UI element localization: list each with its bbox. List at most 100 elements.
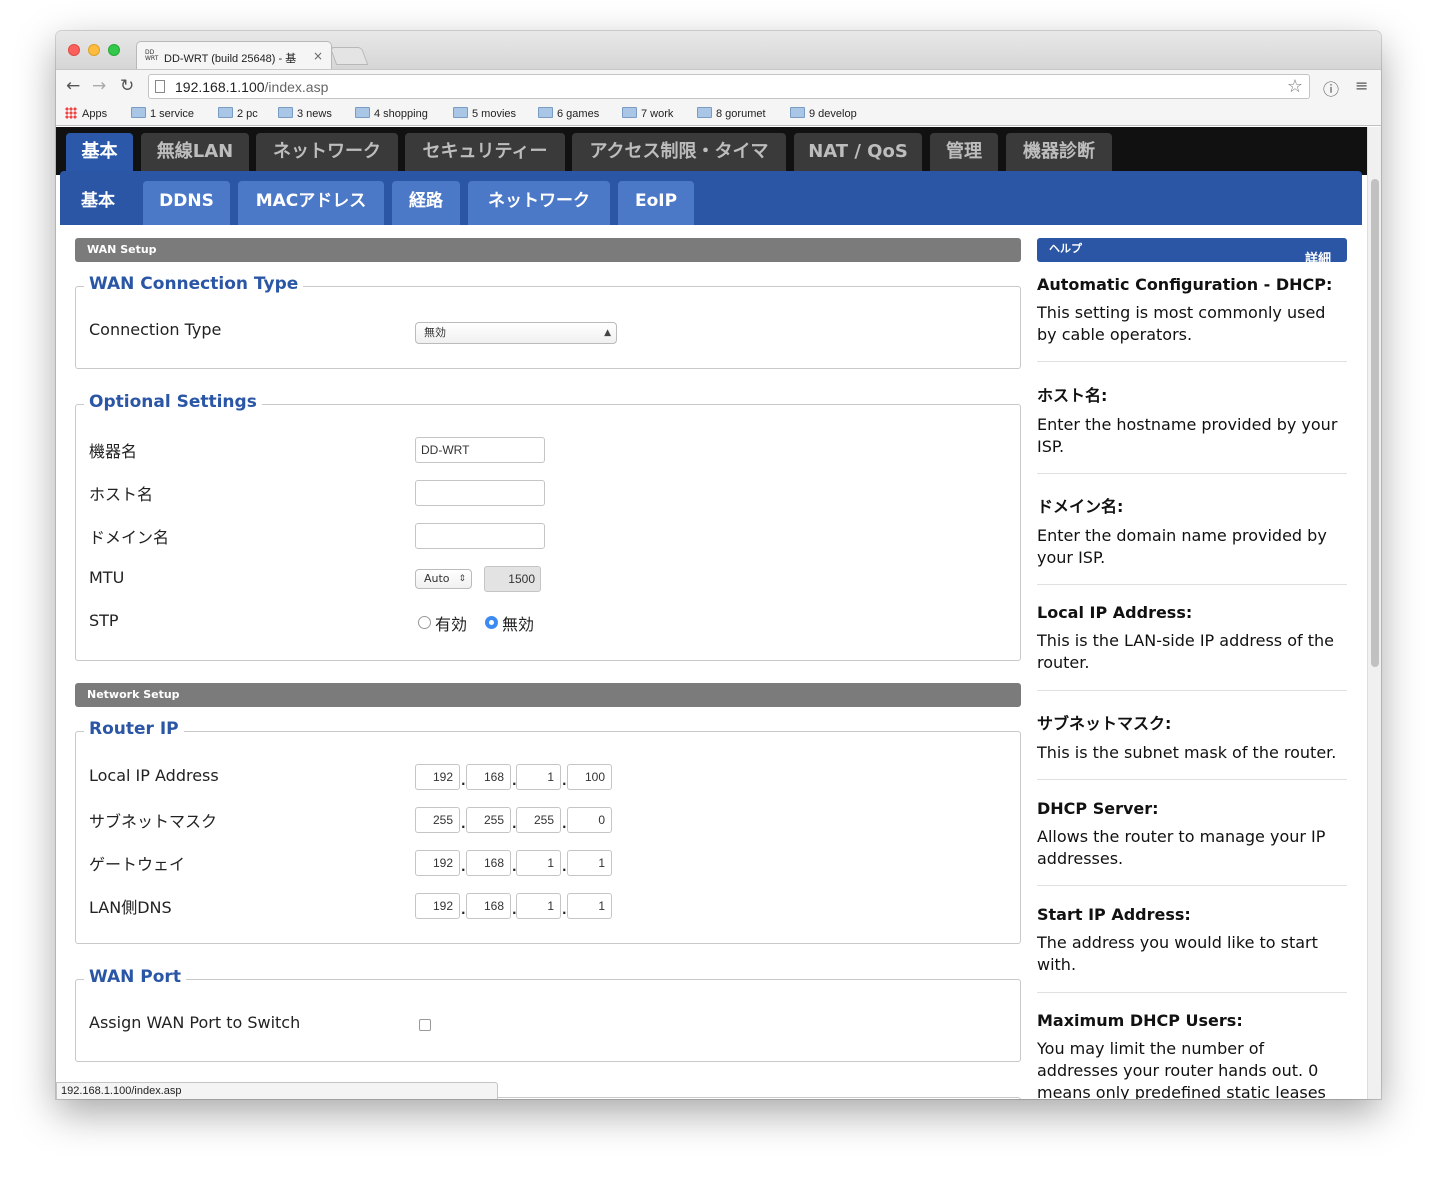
- bookmark-folder[interactable]: 7 work: [622, 107, 673, 120]
- local-ip-octet[interactable]: 168: [466, 764, 511, 790]
- help-divider: [1037, 992, 1347, 993]
- bookmark-star-icon[interactable]: ☆: [1287, 76, 1303, 97]
- lan-dns-label: LAN側DNS: [89, 898, 172, 917]
- folder-icon: [622, 107, 637, 118]
- stp-enable-radio[interactable]: [418, 616, 431, 629]
- wan-port-legend: WAN Port: [84, 967, 186, 987]
- close-tab-icon[interactable]: ×: [313, 49, 323, 63]
- help-item: ドメイン名: Enter the domain name provided by …: [1037, 497, 1327, 567]
- assign-wan-checkbox[interactable]: [419, 1019, 431, 1031]
- menu-icon[interactable]: ≡: [1355, 76, 1368, 95]
- main-tab-network[interactable]: ネットワーク: [256, 133, 398, 171]
- forward-arrow-icon[interactable]: →: [92, 76, 106, 96]
- lan-dns-octet[interactable]: 1: [567, 893, 612, 919]
- octet-dot: .: [461, 903, 466, 917]
- sub-tab-routing[interactable]: 経路: [392, 181, 460, 225]
- folder-icon: [131, 107, 146, 118]
- bookmark-folder[interactable]: 9 develop: [790, 107, 857, 120]
- main-tab-diagnostics[interactable]: 機器診断: [1006, 133, 1112, 171]
- folder-icon: [538, 107, 553, 118]
- page-scrollbar[interactable]: [1367, 127, 1381, 1099]
- folder-icon: [218, 107, 233, 118]
- connection-type-label: Connection Type: [89, 320, 222, 339]
- gateway-octet[interactable]: 192: [415, 850, 460, 876]
- network-setup-header: Network Setup: [75, 683, 1021, 707]
- domain-input[interactable]: [415, 523, 545, 549]
- zoom-window-button[interactable]: [108, 44, 120, 56]
- main-tab-access[interactable]: アクセス制限・タイマ: [572, 133, 786, 171]
- bookmark-folder[interactable]: 2 pc: [218, 107, 258, 120]
- help-divider: [1037, 584, 1347, 585]
- lan-dns-octet[interactable]: 192: [415, 893, 460, 919]
- bookmark-apps[interactable]: Apps: [65, 107, 107, 120]
- help-item: Maximum DHCP Users: You may limit the num…: [1037, 1011, 1326, 1099]
- help-item: ホスト名: Enter the hostname provided by your…: [1037, 386, 1338, 456]
- help-more-link[interactable]: 詳細: [1305, 248, 1331, 267]
- new-tab-button[interactable]: [329, 47, 369, 65]
- sub-tab-ddns[interactable]: DDNS: [143, 181, 230, 225]
- folder-icon: [278, 107, 293, 118]
- octet-dot: .: [562, 903, 567, 917]
- help-item: Local IP Address: This is the LAN-side IP…: [1037, 603, 1334, 672]
- sub-tab-mac[interactable]: MACアドレス: [238, 181, 384, 225]
- folder-icon: [790, 107, 805, 118]
- device-name-label: 機器名: [89, 442, 138, 461]
- main-tab-basic[interactable]: 基本: [66, 133, 133, 175]
- page-icon: [155, 80, 165, 93]
- bookmarks-bar: Apps 1 service 2 pc 3 news 4 shopping 5 …: [56, 102, 1381, 126]
- bookmark-folder[interactable]: 1 service: [131, 107, 194, 120]
- gateway-octet[interactable]: 1: [567, 850, 612, 876]
- device-name-input[interactable]: DD-WRT: [415, 437, 545, 463]
- address-bar[interactable]: 192.168.1.100/index.asp ☆: [148, 74, 1310, 99]
- optional-settings-legend: Optional Settings: [84, 392, 262, 412]
- folder-icon: [355, 107, 370, 118]
- local-ip-octet[interactable]: 1: [516, 764, 561, 790]
- gateway-octet[interactable]: 1: [516, 850, 561, 876]
- hostname-input[interactable]: [415, 480, 545, 506]
- router-ip-legend: Router IP: [84, 719, 184, 739]
- bookmark-folder[interactable]: 4 shopping: [355, 107, 428, 120]
- minimize-window-button[interactable]: [88, 44, 100, 56]
- favicon-icon: DD WRT: [145, 49, 159, 62]
- domain-label: ドメイン名: [89, 528, 170, 547]
- main-tab-security[interactable]: セキュリティー: [405, 133, 565, 171]
- mtu-value-input: 1500: [484, 566, 541, 592]
- subnet-octet[interactable]: 0: [567, 807, 612, 833]
- back-arrow-icon[interactable]: ←: [66, 76, 80, 96]
- page-content: 基本 無線LAN ネットワーク セキュリティー アクセス制限・タイマ NAT /…: [56, 127, 1367, 1099]
- local-ip-octet[interactable]: 192: [415, 764, 460, 790]
- subnet-octet[interactable]: 255: [516, 807, 561, 833]
- local-ip-octet[interactable]: 100: [567, 764, 612, 790]
- reload-icon[interactable]: ↻: [120, 76, 134, 96]
- extension-icon[interactable]: ⓘ: [1323, 76, 1339, 100]
- gateway-octet[interactable]: 168: [466, 850, 511, 876]
- main-tab-wireless[interactable]: 無線LAN: [141, 133, 249, 171]
- bookmark-folder[interactable]: 6 games: [538, 107, 599, 120]
- subnet-octet[interactable]: 255: [466, 807, 511, 833]
- lan-dns-octet[interactable]: 168: [466, 893, 511, 919]
- main-nav: 基本 無線LAN ネットワーク セキュリティー アクセス制限・タイマ NAT /…: [56, 127, 1367, 175]
- sub-tab-eoip[interactable]: EoIP: [618, 181, 694, 225]
- connection-type-select[interactable]: 無効 ▲: [415, 322, 617, 344]
- subnet-octet[interactable]: 255: [415, 807, 460, 833]
- stp-disable-radio[interactable]: [485, 616, 498, 629]
- tab-bar: DD WRT DD-WRT (build 25648) - 基 ×: [56, 31, 1381, 69]
- browser-tab[interactable]: DD WRT DD-WRT (build 25648) - 基 ×: [136, 41, 332, 69]
- url-text: 192.168.1.100/index.asp: [175, 79, 329, 95]
- close-window-button[interactable]: [68, 44, 80, 56]
- bookmark-folder[interactable]: 8 gorumet: [697, 107, 766, 120]
- bookmark-folder[interactable]: 5 movies: [453, 107, 516, 120]
- sub-tab-basic[interactable]: 基本: [66, 181, 130, 225]
- wan-connection-fieldset: WAN Connection Type Connection Type 無効 ▲: [75, 274, 1021, 369]
- main-tab-nat-qos[interactable]: NAT / QoS: [794, 133, 922, 171]
- mtu-mode-select[interactable]: Auto ⇕: [415, 569, 472, 589]
- browser-toolbar: ← → ↻ 192.168.1.100/index.asp ☆ ⓘ ≡: [56, 69, 1381, 102]
- scrollbar-thumb[interactable]: [1371, 179, 1379, 667]
- sub-tab-network[interactable]: ネットワーク: [468, 181, 610, 225]
- bookmark-folder[interactable]: 3 news: [278, 107, 332, 120]
- main-tab-admin[interactable]: 管理: [930, 133, 998, 171]
- select-arrows-icon: ⇕: [458, 574, 466, 584]
- lan-dns-octet[interactable]: 1: [516, 893, 561, 919]
- folder-icon: [697, 107, 712, 118]
- help-header: ヘルプ 詳細: [1037, 238, 1347, 267]
